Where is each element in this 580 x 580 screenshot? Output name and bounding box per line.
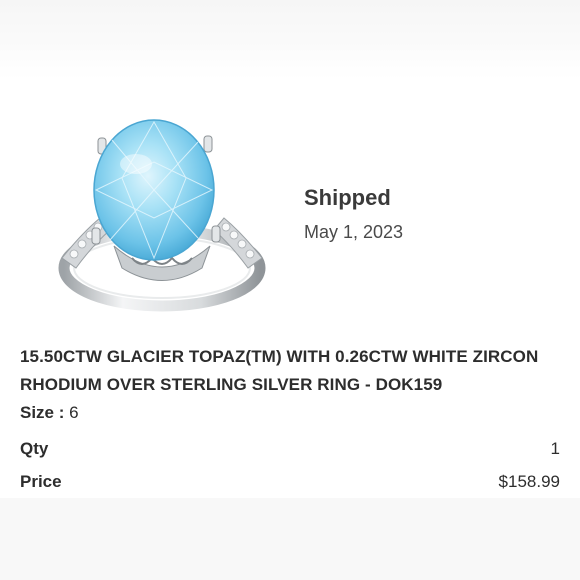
ring-image[interactable] — [52, 118, 274, 314]
size-label: Size : — [20, 403, 65, 422]
size-value: 6 — [69, 403, 79, 422]
size-row: Size : 6 — [20, 403, 79, 423]
status-date: May 1, 2023 — [304, 222, 404, 242]
product-title[interactable]: 15.50CTW GLACIER TOPAZ(TM) WITH 0.26CTW … — [20, 343, 568, 399]
top-shade — [0, 0, 580, 80]
bottom-shade — [0, 498, 580, 580]
shipping-status: Shipped May 1, 2023 — [304, 185, 403, 243]
status-label: Shipped — [304, 185, 391, 210]
price-value: $158.99 — [498, 472, 560, 491]
qty-value: 1 — [550, 439, 560, 458]
qty-label: Qty — [20, 439, 49, 458]
qty-row: Qty 1 — [20, 439, 560, 459]
price-label: Price — [20, 472, 62, 491]
price-row: Price $158.99 — [20, 472, 560, 492]
